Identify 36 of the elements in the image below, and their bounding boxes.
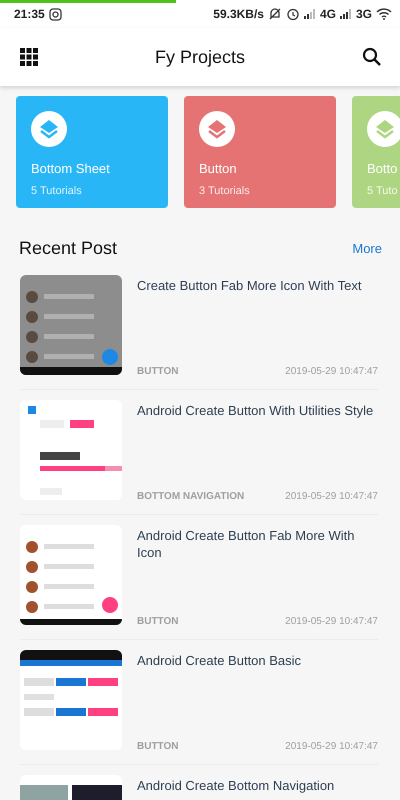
category-title: Button	[199, 161, 237, 176]
signal-icon	[304, 9, 316, 19]
category-title: Bottom Sheet	[31, 161, 110, 176]
layers-icon	[367, 111, 400, 147]
network-type: 4G	[320, 7, 336, 21]
post-title[interactable]: Android Create Button With Utilities Style	[137, 402, 378, 419]
app-title: Fy Projects	[154, 46, 246, 68]
post-title[interactable]: Create Button Fab More Icon With Text	[137, 277, 378, 294]
tutorial-count: 5 Tuto	[367, 185, 398, 197]
post-category: BOTTOM NAVIGATION	[137, 491, 244, 502]
bell-off-icon	[268, 7, 282, 21]
tutorial-count: 5 Tutorials	[31, 185, 82, 197]
post-title[interactable]: Android Create Bottom Navigation	[137, 777, 378, 794]
layers-icon	[31, 111, 67, 147]
layers-icon	[199, 111, 235, 147]
post-date: 2019-05-29 10:47:47	[285, 366, 378, 377]
category-title: Botto	[367, 161, 398, 176]
clock: 21:35	[14, 7, 45, 21]
post-title[interactable]: Android Create Button Fab More With Icon	[137, 527, 378, 561]
more-link[interactable]: More	[352, 241, 382, 256]
post-date: 2019-05-29 10:47:47	[285, 491, 378, 502]
post-title[interactable]: Android Create Button Basic	[137, 652, 378, 669]
alarm-icon	[286, 7, 300, 21]
post-category: BUTTON	[137, 616, 178, 627]
camera-icon	[48, 8, 62, 20]
wifi-icon	[376, 8, 392, 20]
tutorial-count: 3 Tutorials	[199, 185, 250, 197]
section-heading: Recent Post	[19, 238, 118, 259]
signal-icon	[340, 9, 352, 19]
post-category: BUTTON	[137, 741, 178, 752]
network-speed: 59.3KB/s	[213, 7, 264, 21]
apps-icon[interactable]	[18, 46, 40, 68]
post-date: 2019-05-29 10:47:47	[285, 616, 378, 627]
post-category: BUTTON	[137, 366, 178, 377]
network-type: 3G	[356, 7, 372, 21]
post-date: 2019-05-29 10:47:47	[285, 741, 378, 752]
